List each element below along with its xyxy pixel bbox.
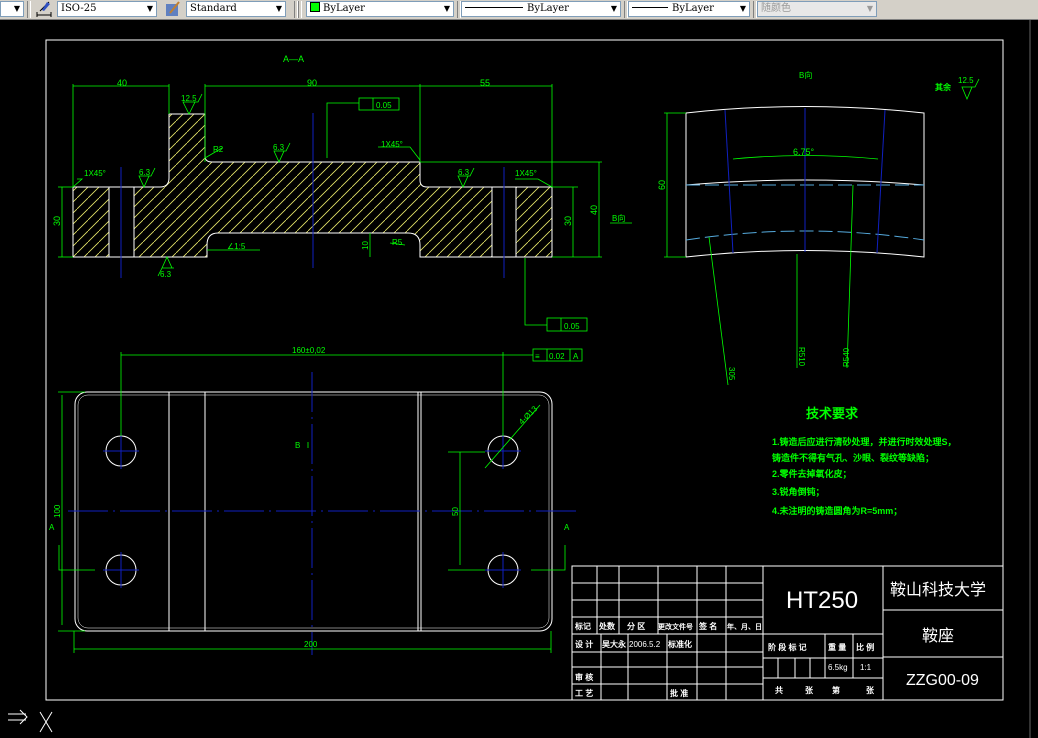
flatness-tolerance: 0.05 bbox=[564, 322, 580, 331]
text-style-select[interactable]: Standard ▼ bbox=[186, 1, 286, 17]
color-swatch bbox=[310, 2, 320, 12]
header-cell: 处数 bbox=[598, 621, 616, 631]
angle-dim: 6.75° bbox=[793, 147, 815, 157]
dim-40-right: 40 bbox=[589, 205, 599, 215]
roughness-6-3: 6.3 bbox=[160, 270, 172, 279]
stage-mark-label: 阶 段 标 记 bbox=[768, 642, 807, 652]
roughness-6-3: 6.3 bbox=[139, 168, 151, 177]
sheet-unit-label: 张 bbox=[866, 686, 875, 695]
tech-req-line: 3.锐角倒钝； bbox=[772, 486, 825, 498]
dim-10: 10 bbox=[361, 241, 370, 250]
tech-req-title: 技术要求 bbox=[806, 406, 859, 421]
properties-toolbar: ▼ ISO-25 ▼ Standard ▼ ByLayer ▼ ByLayer ▼ By… bbox=[0, 0, 1038, 20]
radius-r540: R540 bbox=[842, 347, 851, 367]
chevron-down-icon: ▼ bbox=[739, 4, 746, 13]
process-label: 工 艺 bbox=[575, 688, 593, 698]
school-name: 鞍山科技大学 bbox=[890, 581, 986, 599]
separator bbox=[27, 1, 31, 18]
standardization-label: 标准化 bbox=[667, 639, 692, 649]
view-b-arrow-label: B向 bbox=[612, 213, 625, 223]
drawing-canvas[interactable]: A—A 40 90 55 30 30 40 10 12.5 6.3 6.3 6.… bbox=[0, 20, 1038, 738]
chevron-down-icon: ▼ bbox=[146, 4, 153, 13]
part-name: 鞍座 bbox=[922, 627, 954, 645]
chevron-down-icon: ▼ bbox=[866, 4, 873, 13]
dim-30-right: 30 bbox=[563, 216, 573, 226]
datum-mark: B bbox=[295, 441, 300, 450]
chamfer-label: 1X45° bbox=[84, 169, 106, 178]
plotstyle-select[interactable]: 随颜色 ▼ bbox=[757, 1, 877, 17]
dim-40: 40 bbox=[117, 78, 127, 88]
lineweight-select[interactable]: ByLayer ▼ bbox=[628, 1, 750, 17]
header-cell: 分 区 bbox=[627, 621, 645, 631]
dimension-style-select[interactable]: ISO-25 ▼ bbox=[57, 1, 157, 17]
color-select[interactable]: ByLayer ▼ bbox=[306, 1, 454, 17]
dim-90: 90 bbox=[307, 78, 317, 88]
header-cell: 标记 bbox=[574, 621, 591, 631]
radius-305: 305 bbox=[727, 367, 736, 381]
b-view-title: B向 bbox=[799, 70, 812, 80]
scale-value: 1:1 bbox=[860, 663, 872, 672]
separator bbox=[298, 1, 302, 18]
prev-dropdown[interactable]: ▼ bbox=[0, 1, 24, 17]
dim-55: 55 bbox=[480, 78, 490, 88]
sheet-index-label: 第 bbox=[832, 685, 840, 695]
drawing-number: ZZG00-09 bbox=[906, 672, 979, 689]
chevron-down-icon: ▼ bbox=[443, 4, 450, 13]
symmetry-datum: A bbox=[573, 352, 579, 361]
fillet-r5: R5 bbox=[392, 238, 403, 247]
other-roughness-value: 12.5 bbox=[958, 76, 974, 85]
tech-req-line: 2.零件去掉氧化皮； bbox=[772, 468, 852, 480]
line-sample bbox=[632, 7, 668, 8]
dimension-style-icon bbox=[36, 1, 52, 17]
header-cell: 年、月、日 bbox=[727, 622, 762, 631]
fillet-r2: R2 bbox=[213, 145, 224, 154]
chevron-down-icon: ▼ bbox=[13, 4, 20, 13]
design-date: 2006.5.2 bbox=[629, 640, 661, 649]
section-label: A—A bbox=[283, 54, 304, 64]
material: HT250 bbox=[786, 587, 858, 614]
designer: 吴大永 bbox=[602, 639, 626, 649]
tech-req-line: 铸造件不得有气孔、沙眼、裂纹等缺陷； bbox=[772, 452, 934, 464]
dim-60: 60 bbox=[657, 180, 667, 190]
dim-30-left: 30 bbox=[52, 216, 62, 226]
tech-req-line: 4.未注明的铸造圆角为R=5mm； bbox=[772, 505, 902, 517]
symmetry-value: 0.02 bbox=[549, 352, 565, 361]
dim-160: 160±0,02 bbox=[292, 346, 326, 355]
roughness-6-3: 6.3 bbox=[273, 143, 285, 152]
roughness-12-5: 12.5 bbox=[181, 94, 197, 103]
line-sample bbox=[465, 7, 523, 8]
slope-label: ∠1:5 bbox=[227, 242, 246, 251]
tech-req-line: 1.铸造后应进行清砂处理，并进行时效处理S， bbox=[772, 436, 957, 447]
cut-label-a: A bbox=[49, 523, 55, 532]
scale-label: 比 例 bbox=[856, 642, 874, 652]
linetype-select[interactable]: ByLayer ▼ bbox=[461, 1, 621, 17]
weight-label: 重 量 bbox=[828, 642, 846, 652]
dim-100: 100 bbox=[53, 504, 62, 518]
design-label: 设 计 bbox=[575, 639, 593, 649]
sheet-total-label: 共 bbox=[775, 685, 783, 695]
approve-label: 批 准 bbox=[670, 688, 688, 698]
flatness-tolerance: 0.05 bbox=[376, 101, 392, 110]
chevron-down-icon: ▼ bbox=[275, 4, 282, 13]
chamfer-label: 1X45° bbox=[381, 140, 403, 149]
text-style-icon bbox=[166, 1, 180, 16]
sheet-unit-label: 张 bbox=[805, 686, 814, 695]
radius-r510: R510 bbox=[797, 347, 806, 367]
review-label: 审 核 bbox=[575, 672, 593, 682]
dim-50: 50 bbox=[451, 507, 460, 516]
header-cell: 签 名 bbox=[698, 621, 717, 631]
other-roughness-label: 其余 bbox=[935, 82, 952, 92]
cut-label-a: A bbox=[564, 523, 570, 532]
symmetry-symbol: ≡ bbox=[535, 352, 540, 361]
header-cell: 更改文件号 bbox=[658, 622, 693, 631]
roughness-6-3: 6.3 bbox=[458, 168, 470, 177]
dim-200: 200 bbox=[304, 640, 318, 649]
chamfer-label: 1X45° bbox=[515, 169, 537, 178]
chevron-down-icon: ▼ bbox=[610, 4, 617, 13]
weight-value: 6.5kg bbox=[828, 663, 848, 672]
